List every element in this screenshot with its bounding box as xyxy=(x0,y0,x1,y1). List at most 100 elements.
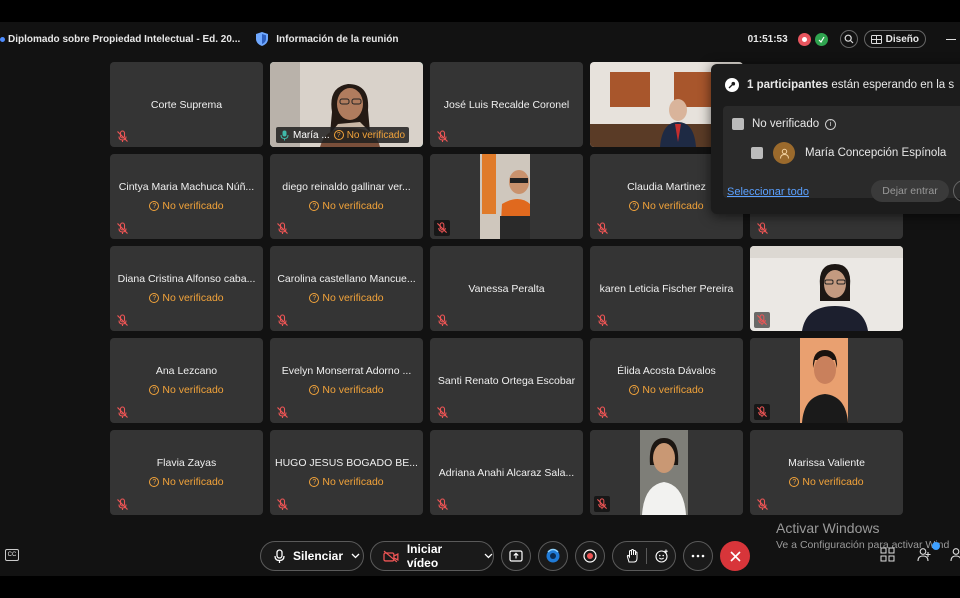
share-button[interactable] xyxy=(501,541,531,571)
info-icon[interactable]: i xyxy=(825,118,837,130)
participant-tile-video[interactable] xyxy=(590,430,743,515)
mic-muted-icon xyxy=(277,314,288,326)
lobby-group-row: No verificado i xyxy=(732,118,837,130)
participant-name: karen Leticia Fischer Pereira xyxy=(599,283,734,295)
participant-tile[interactable]: Evelyn Monserrat Adorno ... ? No verifica… xyxy=(270,338,423,423)
participant-tile[interactable]: karen Leticia Fischer Pereira xyxy=(590,246,743,331)
person-name: María Concepción Espínola xyxy=(805,147,947,159)
unverified-label: No verificado xyxy=(322,292,384,304)
participant-name: Vanessa Peralta xyxy=(468,283,545,295)
group-label: No verificado xyxy=(752,118,820,130)
participant-tile[interactable]: Marissa Valiente ? No verificado xyxy=(750,430,903,515)
mic-muted-icon xyxy=(437,130,448,142)
mic-icon xyxy=(280,130,289,140)
ai-assistant-button[interactable] xyxy=(538,541,568,571)
participant-name: Cintya Maria Machuca Núñ... xyxy=(118,181,255,193)
participant-tile-active-speaker[interactable]: María ... ? No verificado xyxy=(270,62,423,147)
admit-button[interactable]: Dejar entrar xyxy=(871,180,949,202)
captions-button[interactable]: CC xyxy=(5,549,19,561)
mic-muted-icon xyxy=(597,314,608,326)
unverified-label: No verificado xyxy=(162,384,224,396)
reactions-icon[interactable] xyxy=(655,549,669,563)
participant-tile[interactable]: Élida Acosta Dávalos ? No verificado xyxy=(590,338,743,423)
participant-tile[interactable]: HUGO JESUS BOGADO BE... ? No verificado xyxy=(270,430,423,515)
bottom-band xyxy=(0,576,960,598)
unverified-label: No verificado xyxy=(322,200,384,212)
unverified-label: No verificado xyxy=(162,292,224,304)
participant-tile[interactable]: diego reinaldo gallinar ver... ? No verif… xyxy=(270,154,423,239)
mic-muted-icon xyxy=(437,406,448,418)
mic-muted-icon xyxy=(434,220,450,236)
participant-name: José Luis Recalde Coronel xyxy=(443,99,570,111)
share-icon xyxy=(509,550,523,562)
chevron-down-icon[interactable] xyxy=(351,553,360,559)
warning-icon: ? xyxy=(309,385,320,395)
apps-icon[interactable] xyxy=(880,547,895,562)
mute-button[interactable]: Silenciar xyxy=(260,541,364,571)
select-all-link[interactable]: Seleccionar todo xyxy=(727,186,809,198)
mic-muted-icon xyxy=(277,222,288,234)
mic-muted-icon xyxy=(117,130,128,142)
person-checkbox[interactable] xyxy=(751,147,763,159)
raise-hand-icon[interactable] xyxy=(626,549,638,563)
chat-icon[interactable] xyxy=(950,547,960,562)
participant-tile-video[interactable] xyxy=(750,338,903,423)
lobby-panel: 1 participantes están esperando en la s … xyxy=(711,64,960,214)
mic-muted-icon xyxy=(594,496,610,512)
participant-name: Flavia Zayas xyxy=(156,457,217,469)
participant-tile[interactable]: Santi Renato Ortega Escobar xyxy=(430,338,583,423)
hand-reactions-group xyxy=(612,541,676,571)
participant-tile[interactable]: Ana Lezcano ? No verificado xyxy=(110,338,263,423)
participant-tile[interactable]: Carolina castellano Mancue... ? No verifi… xyxy=(270,246,423,331)
watermark-title: Activar Windows xyxy=(776,520,880,536)
close-icon xyxy=(729,550,741,562)
participant-name: Corte Suprema xyxy=(150,99,223,111)
lobby-header: 1 participantes están esperando en la s xyxy=(725,78,954,92)
participant-tile[interactable]: Flavia Zayas ? No verificado xyxy=(110,430,263,515)
participant-name: María ... xyxy=(293,129,330,141)
unverified-label: No verificado xyxy=(322,384,384,396)
participant-tile[interactable]: José Luis Recalde Coronel xyxy=(430,62,583,147)
participant-tile[interactable]: Corte Suprema xyxy=(110,62,263,147)
participant-video xyxy=(590,430,743,515)
network-status-icon[interactable] xyxy=(814,32,828,46)
participant-tile-video[interactable] xyxy=(750,246,903,331)
participant-name: diego reinaldo gallinar ver... xyxy=(282,181,411,193)
leave-meeting-button[interactable] xyxy=(720,541,750,571)
start-video-button[interactable]: Iniciar vídeo xyxy=(370,541,494,571)
warning-icon: ? xyxy=(149,201,160,211)
participant-video xyxy=(750,246,903,331)
video-off-icon xyxy=(383,550,399,562)
more-button[interactable] xyxy=(683,541,713,571)
participant-tile[interactable]: Adriana Anahi Alcaraz Sala... xyxy=(430,430,583,515)
record-button-icon xyxy=(583,549,597,563)
minimize-icon[interactable] xyxy=(946,38,956,40)
participant-name: Adriana Anahi Alcaraz Sala... xyxy=(438,467,575,479)
lobby-count: 1 participantes xyxy=(747,79,829,91)
warning-icon: ? xyxy=(149,293,160,303)
participant-tile-video[interactable] xyxy=(430,154,583,239)
mic-muted-icon xyxy=(117,406,128,418)
unverified-label: No verificado xyxy=(642,200,704,212)
mic-muted-icon xyxy=(437,314,448,326)
meeting-info-button[interactable]: Información de la reunión xyxy=(256,32,399,46)
divider xyxy=(646,548,647,564)
participants-icon[interactable] xyxy=(917,547,932,562)
record-icon[interactable] xyxy=(797,32,811,46)
chevron-down-icon[interactable] xyxy=(484,553,493,559)
participant-tile[interactable]: Cintya Maria Machuca Núñ... ? No verifica… xyxy=(110,154,263,239)
meeting-title: Diplomado sobre Propiedad Intelectual - … xyxy=(8,33,241,45)
participant-tile[interactable]: Diana Cristina Alfonso caba... ? No verif… xyxy=(110,246,263,331)
magnify-icon[interactable] xyxy=(839,30,858,48)
shield-icon xyxy=(256,32,269,46)
participant-name: Diana Cristina Alfonso caba... xyxy=(117,273,256,285)
record-button[interactable] xyxy=(575,541,605,571)
group-checkbox[interactable] xyxy=(732,118,744,130)
video-label: Iniciar vídeo xyxy=(406,542,443,570)
lobby-message: están esperando en la s xyxy=(828,79,955,91)
participant-video xyxy=(750,338,903,423)
layout-button[interactable]: Diseño xyxy=(863,30,926,48)
participant-tile[interactable]: Vanessa Peralta xyxy=(430,246,583,331)
layout-label: Diseño xyxy=(885,33,919,45)
warning-icon: ? xyxy=(629,385,640,395)
